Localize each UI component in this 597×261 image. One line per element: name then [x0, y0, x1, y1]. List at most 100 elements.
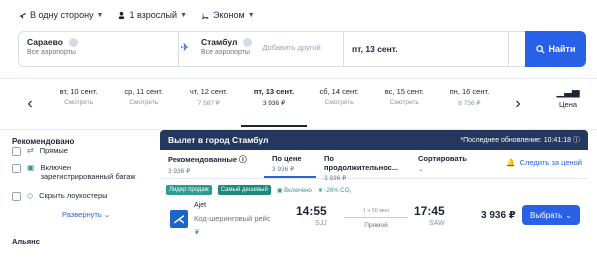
date-option-date: чт, 12 сент.: [189, 87, 228, 96]
passengers-label: 1 взрослый: [129, 10, 178, 20]
results-header: Вылет в город Стамбул *Последнее обновле…: [160, 130, 588, 150]
date-field[interactable]: пт, 13 сент.: [344, 32, 509, 66]
sort-price[interactable]: По цене 3 936 ₽: [264, 150, 316, 178]
arrival: 17:45 SAW: [414, 204, 445, 227]
sort-value: 3 936 ₽: [168, 168, 191, 175]
date-option-price: Смотреть: [324, 99, 354, 106]
swap-direction-icon[interactable]: ✈: [178, 40, 192, 54]
date-option[interactable]: вс, 15 сент. Смотреть: [372, 83, 437, 127]
flight-badges: Лидер продаж Самый дешевый ▣ Включено ❦ …: [166, 185, 352, 195]
date-option[interactable]: сб, 14 сент. Смотреть: [307, 83, 372, 127]
departure-time: 14:55: [296, 204, 327, 218]
chevron-right-icon[interactable]: ›: [506, 91, 530, 117]
date-option[interactable]: пн, 16 сент. 8 756 ₽: [437, 83, 502, 127]
date-option-price: 7 587 ₽: [197, 100, 220, 107]
info-icon[interactable]: ⓘ: [573, 137, 580, 144]
sort-recommended[interactable]: Рекомендованные ⓘ 3 936 ₽: [160, 150, 264, 178]
date-option-price: Смотреть: [129, 99, 159, 106]
cheapest-badge: Самый дешевый: [217, 185, 271, 195]
find-label: Найти: [548, 44, 576, 54]
filter-baggage[interactable]: ▣ Включен зарегистрированный багаж: [12, 163, 140, 181]
seat-icon: [201, 11, 209, 19]
price-graph-label: Цена: [558, 100, 578, 109]
results-panel: Вылет в город Стамбул *Последнее обновле…: [160, 130, 588, 261]
sort-name: Сортировать: [418, 154, 467, 163]
flight-price: 3 936 ₽: [481, 210, 516, 221]
date-option-price: Смотреть: [64, 99, 94, 106]
co2-label: -26% CO₂: [324, 187, 352, 194]
filters-sidebar: Рекомендовано ⇄ Прямые ▣ Включен зарегис…: [0, 130, 150, 261]
date-strip: ‹ вт, 10 сент. Смотреть ср, 11 сент. Смотр…: [0, 78, 597, 130]
sort-tabs: Рекомендованные ⓘ 3 936 ₽ По цене 3 936 …: [160, 150, 588, 182]
route-line: [344, 217, 408, 218]
cabin-dropdown[interactable]: Эконом ▼: [201, 10, 255, 20]
select-button[interactable]: Выбрать ⌄: [522, 205, 580, 225]
chevron-down-icon: ▼: [180, 11, 187, 19]
chevron-down-icon: ⌄: [418, 166, 424, 173]
checkbox[interactable]: [12, 147, 21, 156]
date-option-price: Смотреть: [389, 99, 419, 106]
cabin-label: Эконом: [213, 10, 245, 20]
checkbox[interactable]: [12, 164, 21, 173]
clear-icon[interactable]: [68, 37, 78, 47]
plane-icon: [18, 12, 27, 18]
baggage-icon: ▣: [276, 187, 283, 194]
date-value: пт, 13 сент.: [352, 44, 398, 54]
bar-chart-icon: ▁▃▅: [556, 87, 580, 98]
bestseller-badge: Лидер продаж: [166, 185, 212, 195]
date-option[interactable]: вт, 10 сент. Смотреть: [46, 83, 111, 127]
sort-name: По цене: [272, 154, 302, 163]
filter-direct[interactable]: ⇄ Прямые: [12, 146, 68, 156]
chevron-down-icon: ⌄: [103, 210, 111, 219]
date-option[interactable]: чт, 12 сент. 7 587 ₽: [176, 83, 241, 127]
departure-airport: SJJ: [315, 220, 327, 227]
date-option-price: 3 936 ₽: [262, 100, 286, 107]
passengers-dropdown[interactable]: 1 взрослый ▼: [117, 10, 187, 20]
price-graph-button[interactable]: ▁▃▅ Цена: [548, 87, 588, 109]
person-icon: [119, 11, 125, 19]
expand-filters-link[interactable]: Развернуть ⌄: [62, 210, 110, 219]
date-option-date: пт, 13 сент.: [253, 87, 295, 96]
date-option[interactable]: ср, 11 сент. Смотреть: [111, 83, 176, 127]
sort-duration[interactable]: По продолжительнос... 3 936 ₽: [316, 150, 410, 182]
follow-price-button[interactable]: 🔔 Следить за ценой: [506, 158, 582, 167]
filter-label: Включен зарегистрированный багаж: [40, 163, 136, 181]
trip-type-dropdown[interactable]: В одну сторону ▼: [18, 10, 103, 20]
date-option-selected[interactable]: пт, 13 сент. 3 936 ₽: [241, 83, 307, 127]
sort-name: Рекомендованные: [168, 155, 238, 164]
last-updated-text: *Последнее обновление: 10:41:18: [460, 137, 572, 144]
checkbox[interactable]: [12, 192, 21, 201]
find-button[interactable]: Найти: [525, 31, 586, 67]
results-title: Вылет в город Стамбул: [168, 135, 269, 145]
chevron-left-icon[interactable]: ‹: [18, 91, 42, 117]
date-option-date: пн, 16 сент.: [449, 87, 490, 96]
filter-label: Скрыть лоукостеры: [39, 191, 108, 200]
chevron-down-icon: ▼: [96, 11, 104, 19]
search-bar: Сараево Все аэропорты Стамбул Все аэропо…: [18, 31, 586, 67]
baggage-icon: ▣: [27, 163, 35, 172]
date-option-date: ср, 11 сент.: [124, 87, 164, 96]
flight-duration: 1 ч 50 мин: [362, 208, 390, 214]
sort-dropdown[interactable]: Сортировать ⌄: [410, 150, 480, 178]
add-other-destination[interactable]: Добавить другой: [262, 43, 320, 66]
info-icon[interactable]: ⓘ: [239, 155, 247, 164]
to-field[interactable]: Стамбул Все аэропорты Добавить другой: [179, 32, 344, 66]
included-label: Включено: [284, 187, 312, 194]
sidebar-heading: Рекомендовано: [12, 137, 75, 146]
from-field[interactable]: Сараево Все аэропорты: [19, 32, 179, 66]
from-airports: Все аэропорты: [27, 49, 76, 56]
clear-icon[interactable]: [243, 37, 253, 47]
departure: 14:55 SJJ: [296, 204, 327, 227]
codeshare-label: Код-шеринговый рейс: [194, 214, 271, 223]
to-airports: Все аэропорты: [201, 49, 250, 56]
search-options: В одну сторону ▼ 1 взрослый ▼ Эконом ▼: [18, 10, 255, 20]
trip-type-label: В одну сторону: [30, 10, 94, 20]
to-city: Стамбул: [201, 37, 238, 47]
bell-icon: 🔔: [506, 158, 516, 167]
flight-card[interactable]: ⋌ Ajet Код-шеринговый рейс ❦ 14:55 SJJ 1…: [166, 202, 582, 242]
leaf-icon: ❦: [317, 187, 323, 194]
follow-label: Следить за ценой: [519, 158, 582, 167]
search-panel: В одну сторону ▼ 1 взрослый ▼ Эконом ▼ С…: [0, 0, 597, 78]
filter-lowcost[interactable]: ◇ Скрыть лоукостеры: [12, 191, 108, 201]
leaf-icon: ❦: [194, 229, 200, 236]
